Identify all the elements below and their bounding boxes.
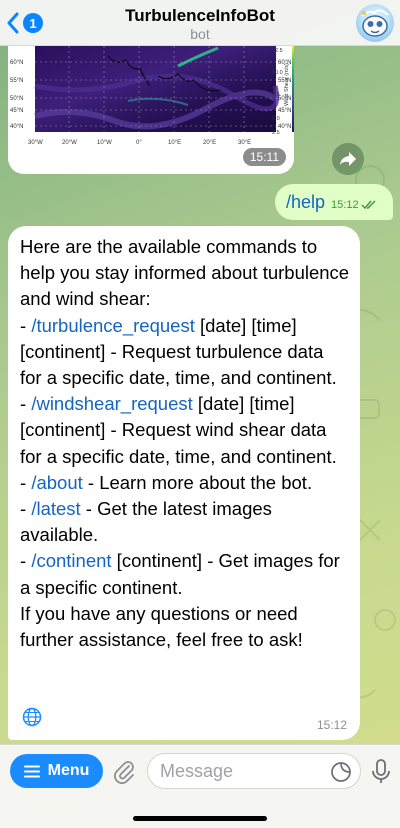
map-image-message[interactable]: 60°N 55°N 50°N 45°N 40°N 60°N 55°N 50°N … [8,46,294,174]
message-time: 15:12 [316,718,347,732]
lon-label: 20°E [203,140,216,146]
command-link[interactable]: /about [31,472,82,493]
colorbar-label: Wind Shear (m/s) [284,63,290,106]
bullet: - [20,550,32,572]
message-input[interactable] [147,753,361,789]
bullet: - [20,498,32,520]
chat-title-block[interactable]: TurbulenceInfoBot bot [0,6,400,42]
bot-menu-button[interactable]: Menu [10,754,103,788]
menu-lines-icon [23,765,40,777]
message-outro: If you have any questions or need furthe… [20,602,303,651]
colorbar-tick: 10.0 [272,70,283,76]
lat-label-left: 60°N [10,60,23,66]
lat-label-left: 50°N [10,96,23,102]
message-meta: 15:12 [331,199,377,211]
message-input-bar: Menu [0,744,400,828]
lon-label: 0° [136,140,142,146]
home-indicator [133,816,267,821]
message-time: 15:11 [242,148,286,166]
bot-avatar[interactable] [356,4,394,42]
paperclip-icon[interactable] [112,758,136,784]
bullet: - [20,314,32,336]
command-line: - /continent [continent] - Get images fo… [20,550,340,597]
command-link[interactable]: /windshear_request [31,393,192,414]
lat-label-left: 55°N [10,78,23,84]
incoming-message[interactable]: Here are the available commands to help … [8,226,360,740]
incoming-message-text: Here are the available commands to help … [20,234,350,653]
command-description: - Learn more about the bot. [82,471,313,493]
message-time: 15:12 [331,199,359,211]
sticker-icon[interactable] [330,761,352,783]
lat-label-left: 40°N [10,124,23,130]
lat-label-left: 45°N [10,108,23,114]
message-intro: Here are the available commands to help … [20,236,350,310]
robot-avatar-icon [361,9,389,37]
lon-label: 10°E [168,140,181,146]
command-link[interactable]: /continent [31,550,111,571]
double-check-icon [361,200,376,210]
lon-label: 20°W [62,140,77,146]
lon-label: 30°E [238,140,251,146]
globe-icon[interactable] [22,707,42,727]
command-line: - /turbulence_request [date] [time] [con… [20,315,337,388]
colorbar-axis: 12.5 10.0 7.5 5.0 2.5 Wind Shear (m/s) [272,48,290,136]
chat-title: TurbulenceInfoBot [125,6,275,25]
command-line: - /about - Learn more about the bot. [20,472,312,493]
command-link[interactable]: /latest [31,498,80,519]
bullet: - [20,393,32,415]
command-line: - /latest - Get the latest images availa… [20,498,272,545]
lon-label: 10°W [97,140,112,146]
colorbar-tick: 5.0 [272,116,280,122]
colorbar-tick: 2.5 [272,130,280,136]
chat-subtitle: bot [190,26,210,42]
colorbar-tick: 7.5 [272,92,280,98]
microphone-icon[interactable] [370,758,392,786]
forward-icon [340,152,356,166]
lon-label: 30°W [28,140,43,146]
command-line: - /windshear_request [date] [time] [cont… [20,393,337,466]
command-link[interactable]: /turbulence_request [31,315,195,336]
bullet: - [20,471,32,493]
forward-button[interactable] [332,143,364,175]
colorbar-tick: 12.5 [272,48,283,54]
outgoing-message[interactable]: /help 15:12 [275,184,393,220]
chat-header: 1 TurbulenceInfoBot bot [0,0,400,46]
menu-label: Menu [47,762,90,779]
outgoing-message-text: /help [286,191,326,212]
